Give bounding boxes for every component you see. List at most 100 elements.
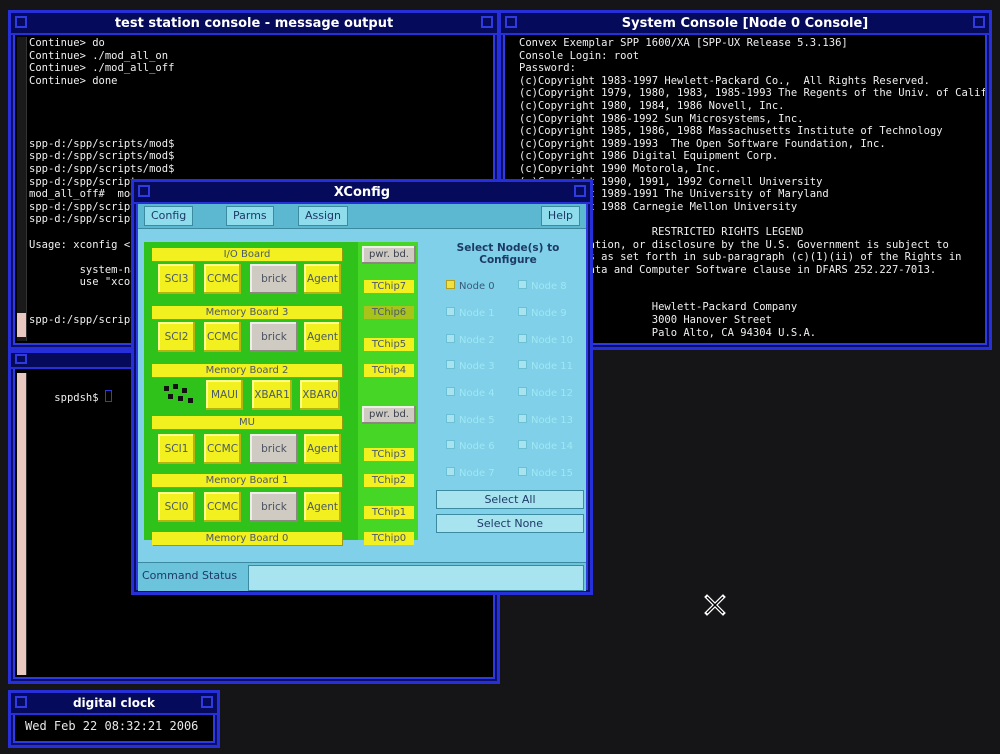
ccmc-box[interactable]: CCMC <box>204 322 241 352</box>
menu-assign[interactable]: Assign <box>298 206 348 226</box>
terminal-line: spp-d:/spp/scripts/mod$ <box>29 137 175 150</box>
scrollbar-thumb[interactable] <box>17 373 26 675</box>
window-menu-icon[interactable] <box>15 16 27 28</box>
board-diagram: I/O Board SCI3 CCMC brick Agent Memory B… <box>144 242 418 545</box>
maui-box[interactable]: MAUI <box>206 380 243 410</box>
menu-bar: Config Parms Assign Help <box>138 204 586 229</box>
io-board-label[interactable]: I/O Board <box>152 248 342 261</box>
pwr-bd-button[interactable]: pwr. bd. <box>362 246 416 264</box>
node-label: Node 12 <box>531 388 574 399</box>
terminal-line: spp-d:/spp/scripts/mod$ <box>29 150 175 163</box>
memory-board-0-label[interactable]: Memory Board 0 <box>152 532 342 545</box>
scrollbar[interactable] <box>17 37 27 341</box>
tchip3[interactable]: TChip3 <box>364 448 414 461</box>
maximize-icon[interactable] <box>574 185 586 197</box>
window-menu-icon[interactable] <box>15 354 27 364</box>
brick-box[interactable]: brick <box>250 492 298 522</box>
node-7-checkbox[interactable]: Node 7 <box>446 467 495 479</box>
node-15-checkbox[interactable]: Node 15 <box>518 467 573 479</box>
scrollbar-thumb[interactable] <box>17 313 26 337</box>
tchip1[interactable]: TChip1 <box>364 506 414 519</box>
node-13-checkbox[interactable]: Node 13 <box>518 414 573 426</box>
terminal-line: Console Login: root <box>519 49 640 62</box>
ccmc-box[interactable]: CCMC <box>204 264 241 294</box>
terminal-line: (c)Copyright 1980, 1984, 1986 Novell, In… <box>519 99 785 112</box>
power-column: pwr. bd. TChip7 TChip6 TChip5 TChip4 pwr… <box>358 242 418 545</box>
agent-box[interactable]: Agent <box>304 492 341 522</box>
brick-box[interactable]: brick <box>250 434 298 464</box>
tchip2[interactable]: TChip2 <box>364 474 414 487</box>
window-menu-icon[interactable] <box>138 185 150 197</box>
node-8-checkbox[interactable]: Node 8 <box>518 280 567 292</box>
agent-box[interactable]: Agent <box>304 434 341 464</box>
terminal-line: Continue> do <box>29 37 105 49</box>
node-12-checkbox[interactable]: Node 12 <box>518 387 573 399</box>
ccmc-box[interactable]: CCMC <box>204 434 241 464</box>
xconfig-title: XConfig <box>333 184 391 200</box>
xconfig-window[interactable]: XConfig Config Parms Assign Help I/O Boa… <box>131 179 593 595</box>
agent-box[interactable]: Agent <box>304 264 341 294</box>
agent-box[interactable]: Agent <box>304 322 341 352</box>
tchip6[interactable]: TChip6 <box>364 306 414 319</box>
checkbox-icon <box>446 414 455 423</box>
memory-board-3-label[interactable]: Memory Board 3 <box>152 306 342 319</box>
tchip5[interactable]: TChip5 <box>364 338 414 351</box>
test-station-title: test station console - message output <box>114 15 394 31</box>
memory-board-2-label[interactable]: Memory Board 2 <box>152 364 342 377</box>
node-4-checkbox[interactable]: Node 4 <box>446 387 495 399</box>
memory-board-1-label[interactable]: Memory Board 1 <box>152 474 342 487</box>
node-select-panel: Select Node(s) to Configure Node 0 Node … <box>432 238 584 548</box>
node-label: Node 10 <box>531 335 574 346</box>
pwr-bd-button[interactable]: pwr. bd. <box>362 406 416 424</box>
test-station-titlebar[interactable]: test station console - message output <box>11 13 497 35</box>
node-0-checkbox[interactable]: Node 0 <box>446 280 495 292</box>
xconfig-titlebar[interactable]: XConfig <box>134 182 590 204</box>
scrollbar[interactable] <box>17 373 27 675</box>
brick-box[interactable]: brick <box>250 322 298 352</box>
terminal-line: (c)Copyright 1985, 1986, 1988 Massachuse… <box>519 125 943 138</box>
digital-clock-titlebar[interactable]: digital clock <box>11 693 217 715</box>
maximize-icon[interactable] <box>481 16 493 28</box>
terminal-line: spp-d:/spp/scripts/mod$ <box>29 162 175 175</box>
sci0-box[interactable]: SCI0 <box>158 492 195 522</box>
select-all-button[interactable]: Select All <box>436 490 584 509</box>
node-1-checkbox[interactable]: Node 1 <box>446 307 495 319</box>
node-3-checkbox[interactable]: Node 3 <box>446 360 495 372</box>
node-label: Node 9 <box>531 308 567 319</box>
window-menu-icon[interactable] <box>505 16 517 28</box>
terminal-line: (c)Copyright 1979, 1980, 1983, 1985-1993… <box>519 87 985 100</box>
checkbox-icon <box>518 440 527 449</box>
node-2-checkbox[interactable]: Node 2 <box>446 334 495 346</box>
ccmc-box[interactable]: CCMC <box>204 492 241 522</box>
select-none-button[interactable]: Select None <box>436 514 584 533</box>
node-11-checkbox[interactable]: Node 11 <box>518 360 573 372</box>
command-status-field <box>248 565 584 591</box>
mu-label[interactable]: MU <box>152 416 342 429</box>
node-5-checkbox[interactable]: Node 5 <box>446 414 495 426</box>
sci1-box[interactable]: SCI1 <box>158 434 195 464</box>
sci2-box[interactable]: SCI2 <box>158 322 195 352</box>
node-6-checkbox[interactable]: Node 6 <box>446 440 495 452</box>
maximize-icon[interactable] <box>973 16 985 28</box>
maximize-icon[interactable] <box>201 696 213 708</box>
sci3-box[interactable]: SCI3 <box>158 264 195 294</box>
terminal-line: (c)Copyright 1986-1992 Sun Microsystems,… <box>519 112 804 125</box>
text-cursor <box>104 389 112 402</box>
brick-box[interactable]: brick <box>250 264 298 294</box>
xbar0-box[interactable]: XBAR0 <box>300 380 340 410</box>
menu-parms[interactable]: Parms <box>226 206 274 226</box>
node-14-checkbox[interactable]: Node 14 <box>518 440 573 452</box>
xbar1-box[interactable]: XBAR1 <box>252 380 292 410</box>
tchip4[interactable]: TChip4 <box>364 364 414 377</box>
terminal-line: (c)Copyright 1983-1997 Hewlett-Packard C… <box>519 74 930 87</box>
menu-config[interactable]: Config <box>144 206 194 226</box>
node-9-checkbox[interactable]: Node 9 <box>518 307 567 319</box>
tchip7[interactable]: TChip7 <box>364 280 414 293</box>
window-menu-icon[interactable] <box>15 696 27 708</box>
system-console-titlebar[interactable]: System Console [Node 0 Console] <box>501 13 989 35</box>
tchip0[interactable]: TChip0 <box>364 532 414 545</box>
digital-clock-window[interactable]: digital clock Wed Feb 22 08:32:21 2006 <box>8 690 220 748</box>
node-10-checkbox[interactable]: Node 10 <box>518 334 573 346</box>
menu-help[interactable]: Help <box>540 206 580 226</box>
